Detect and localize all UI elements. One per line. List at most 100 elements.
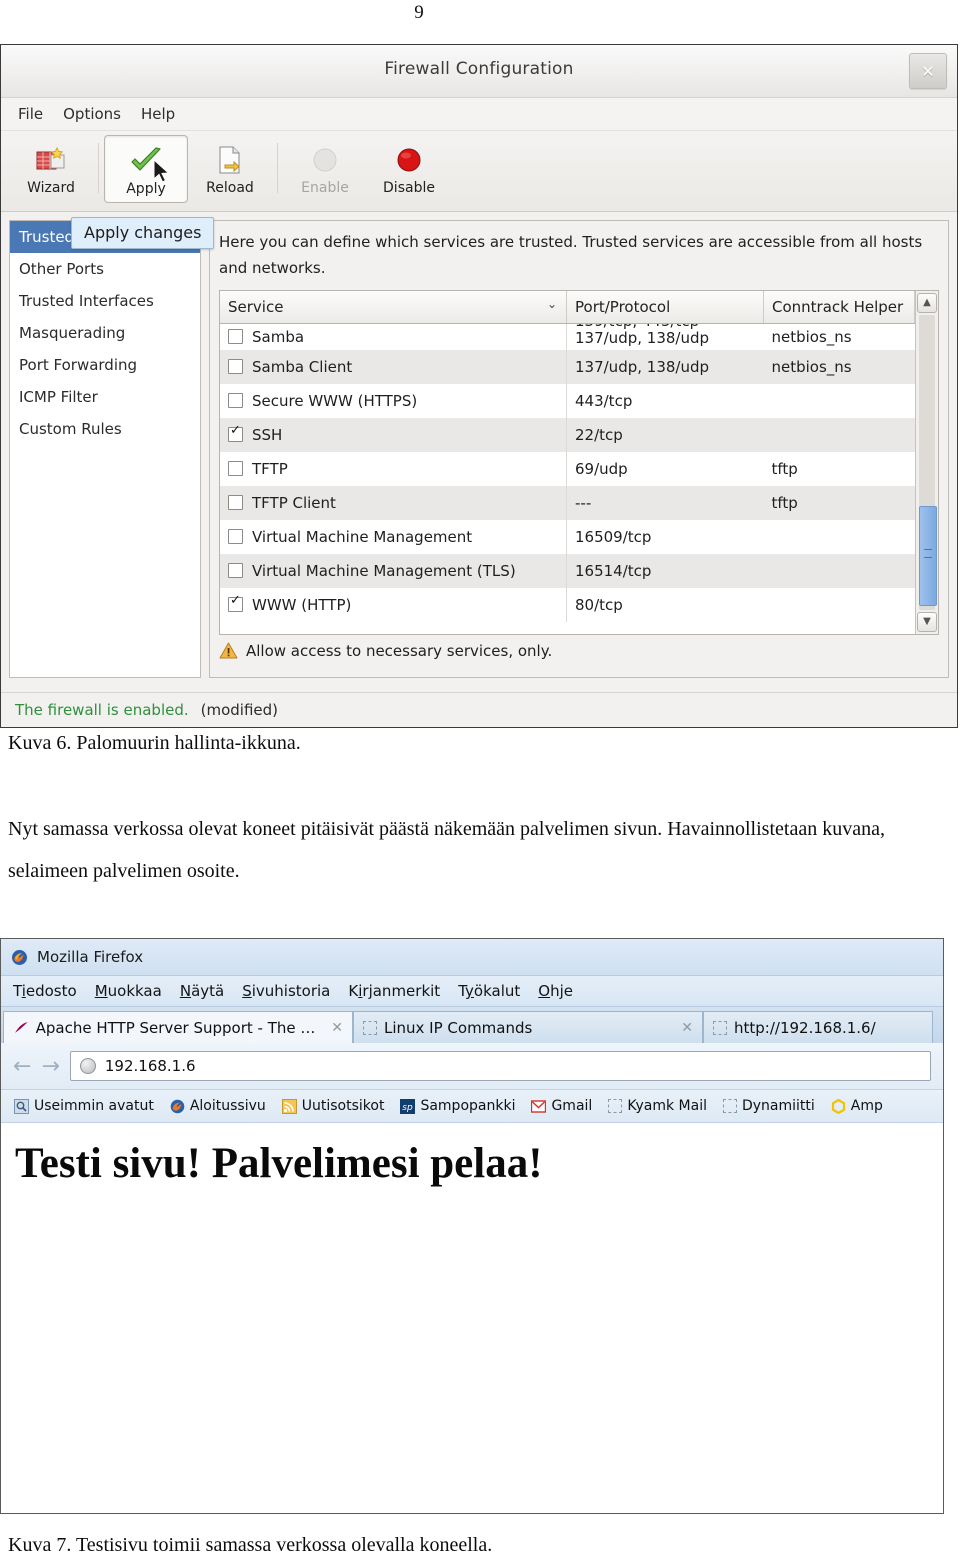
sampo-icon: sp (400, 1098, 416, 1114)
scrollbar-thumb[interactable] (919, 505, 937, 606)
services-table-scroll-area[interactable]: Service ⌄ Port/Protocol Conntrack Helper… (220, 290, 915, 634)
toolbar-separator (98, 143, 99, 193)
sidebar-item-custom-rules[interactable]: Custom Rules (10, 413, 200, 445)
hexagon-icon (831, 1098, 845, 1114)
firewall-configuration-window: Firewall Configuration ✕ File Options He… (0, 44, 958, 728)
service-checkbox[interactable] (228, 392, 243, 408)
firewall-toolbar: Wizard Apply Reload Enable Disable (1, 131, 957, 212)
close-icon[interactable]: ✕ (681, 1020, 693, 1036)
blank-page-icon (722, 1099, 737, 1113)
bookmark-label: Aloitussivu (189, 1098, 266, 1114)
column-header-conntrack[interactable]: Conntrack Helper (763, 290, 915, 324)
sidebar-item-icmp-filter[interactable]: ICMP Filter (10, 381, 200, 413)
menu-tyokalut[interactable]: Työkalut (458, 982, 520, 1000)
apply-button[interactable]: Apply (104, 135, 188, 203)
service-cell[interactable]: Virtual Machine Management (TLS) (220, 553, 567, 588)
helper-cell: netbios_ns (771, 327, 852, 346)
service-cell[interactable]: Samba (220, 323, 567, 350)
bookmark-amp[interactable]: Amp (826, 1098, 888, 1114)
service-checkbox[interactable] (228, 494, 243, 510)
service-cell[interactable]: Secure WWW (HTTPS) (220, 383, 567, 418)
wizard-button[interactable]: Wizard (9, 135, 93, 203)
tab-apache-http-server-support[interactable]: Apache HTTP Server Support - The A... ✕ (3, 1011, 353, 1043)
back-arrow-icon[interactable]: ← (13, 1054, 31, 1079)
page-number: 9 (414, 2, 424, 23)
service-checkbox[interactable] (228, 328, 243, 344)
column-header-service[interactable]: Service ⌄ (220, 290, 567, 324)
close-icon[interactable]: ✕ (909, 53, 947, 89)
service-checkbox[interactable] (228, 562, 243, 578)
service-cell[interactable]: Samba Client (220, 349, 567, 384)
bookmark-label: Useimmin avatut (34, 1098, 154, 1114)
reload-label: Reload (206, 180, 254, 196)
url-bar[interactable]: 192.168.1.6 (69, 1051, 931, 1081)
service-checkbox[interactable] (228, 358, 243, 374)
tab-label: Apache HTTP Server Support - The A... (35, 1018, 319, 1037)
bookmark-uutisotsikot[interactable]: Uutisotsikot (277, 1098, 390, 1114)
magnifier-icon (14, 1098, 29, 1114)
services-table-scrollbar[interactable]: ▲ ▼ (915, 290, 938, 634)
chevron-down-icon[interactable]: ⌄ (547, 297, 557, 311)
sidebar-item-other-ports[interactable]: Other Ports (10, 253, 200, 285)
menu-ohje[interactable]: Ohje (538, 982, 573, 1000)
table-row: SSH 22/tcp (220, 417, 915, 452)
bookmark-label: Kyamk Mail (627, 1098, 707, 1114)
firefox-titlebar: Mozilla Firefox (1, 939, 943, 976)
enable-label: Enable (301, 180, 349, 196)
port-cell: 443/tcp (575, 391, 633, 410)
service-checkbox[interactable] (228, 528, 243, 544)
scroll-down-icon[interactable]: ▼ (917, 611, 937, 632)
bookmark-label: Sampopankki (420, 1098, 516, 1114)
tab-linux-ip-commands[interactable]: Linux IP Commands ✕ (353, 1011, 703, 1043)
bookmark-sampopankki[interactable]: sp Sampopankki (395, 1098, 520, 1114)
service-cell[interactable]: SSH (220, 417, 567, 452)
column-header-service-label: Service (228, 297, 284, 316)
menu-nayta[interactable]: Näytä (180, 982, 224, 1000)
bookmark-useimmin-avatut[interactable]: Useimmin avatut (9, 1098, 159, 1114)
bookmark-kyamk-mail[interactable]: Kyamk Mail (603, 1098, 712, 1114)
forward-arrow-icon[interactable]: → (41, 1054, 59, 1079)
svg-text:sp: sp (403, 1103, 414, 1113)
bookmark-gmail[interactable]: Gmail (526, 1098, 597, 1114)
bookmark-label: Dynamiitti (741, 1098, 815, 1114)
port-cell: 22/tcp (566, 417, 764, 452)
globe-icon (79, 1058, 96, 1074)
window-title: Firewall Configuration (384, 59, 574, 79)
service-cell[interactable]: Virtual Machine Management (220, 519, 567, 554)
service-checkbox[interactable] (228, 424, 243, 442)
scroll-up-icon[interactable]: ▲ (917, 292, 937, 313)
menu-kirjanmerkit[interactable]: Kirjanmerkit (348, 982, 440, 1000)
bookmark-aloitussivu[interactable]: Aloitussivu (165, 1098, 271, 1114)
service-cell[interactable]: TFTP (220, 451, 567, 486)
port-cell: 137/udp, 138/udp (566, 349, 764, 384)
tab-http-192-168-1-6[interactable]: http://192.168.1.6/ (703, 1011, 933, 1043)
menu-file[interactable]: File (18, 105, 43, 123)
firewall-main-panel: Here you can define which services are t… (209, 220, 949, 678)
service-checkbox[interactable] (228, 594, 243, 612)
sidebar-item-trusted-interfaces[interactable]: Trusted Interfaces (10, 285, 200, 317)
toolbar-separator-2 (277, 143, 278, 193)
menu-tiedosto[interactable]: Tiedosto (13, 982, 77, 1000)
menu-options[interactable]: Options (63, 105, 121, 123)
apache-feather-icon (14, 1021, 28, 1033)
disable-button[interactable]: Disable (367, 135, 451, 203)
service-cell[interactable]: TFTP Client (220, 485, 567, 520)
firefox-icon (170, 1099, 185, 1113)
reload-icon (216, 141, 244, 179)
close-icon[interactable]: ✕ (331, 1020, 343, 1036)
wizard-label: Wizard (27, 180, 75, 196)
service-checkbox[interactable] (228, 460, 243, 476)
column-header-port[interactable]: Port/Protocol (566, 290, 764, 324)
reload-button[interactable]: Reload (188, 135, 272, 203)
sidebar-item-port-forwarding[interactable]: Port Forwarding (10, 349, 200, 381)
menu-sivuhistoria[interactable]: Sivuhistoria (242, 982, 330, 1000)
mouse-cursor-icon (153, 159, 170, 183)
helper-cell (764, 520, 915, 554)
sidebar-item-masquerading[interactable]: Masquerading (10, 317, 200, 349)
menu-help[interactable]: Help (141, 105, 175, 123)
table-row: Secure WWW (HTTPS) 443/tcp (220, 383, 915, 418)
service-cell[interactable]: WWW (HTTP) (220, 587, 567, 622)
bookmark-dynamiitti[interactable]: Dynamiitti (718, 1098, 820, 1114)
scrollbar-track[interactable] (919, 314, 937, 610)
menu-muokkaa[interactable]: Muokkaa (95, 982, 162, 1000)
